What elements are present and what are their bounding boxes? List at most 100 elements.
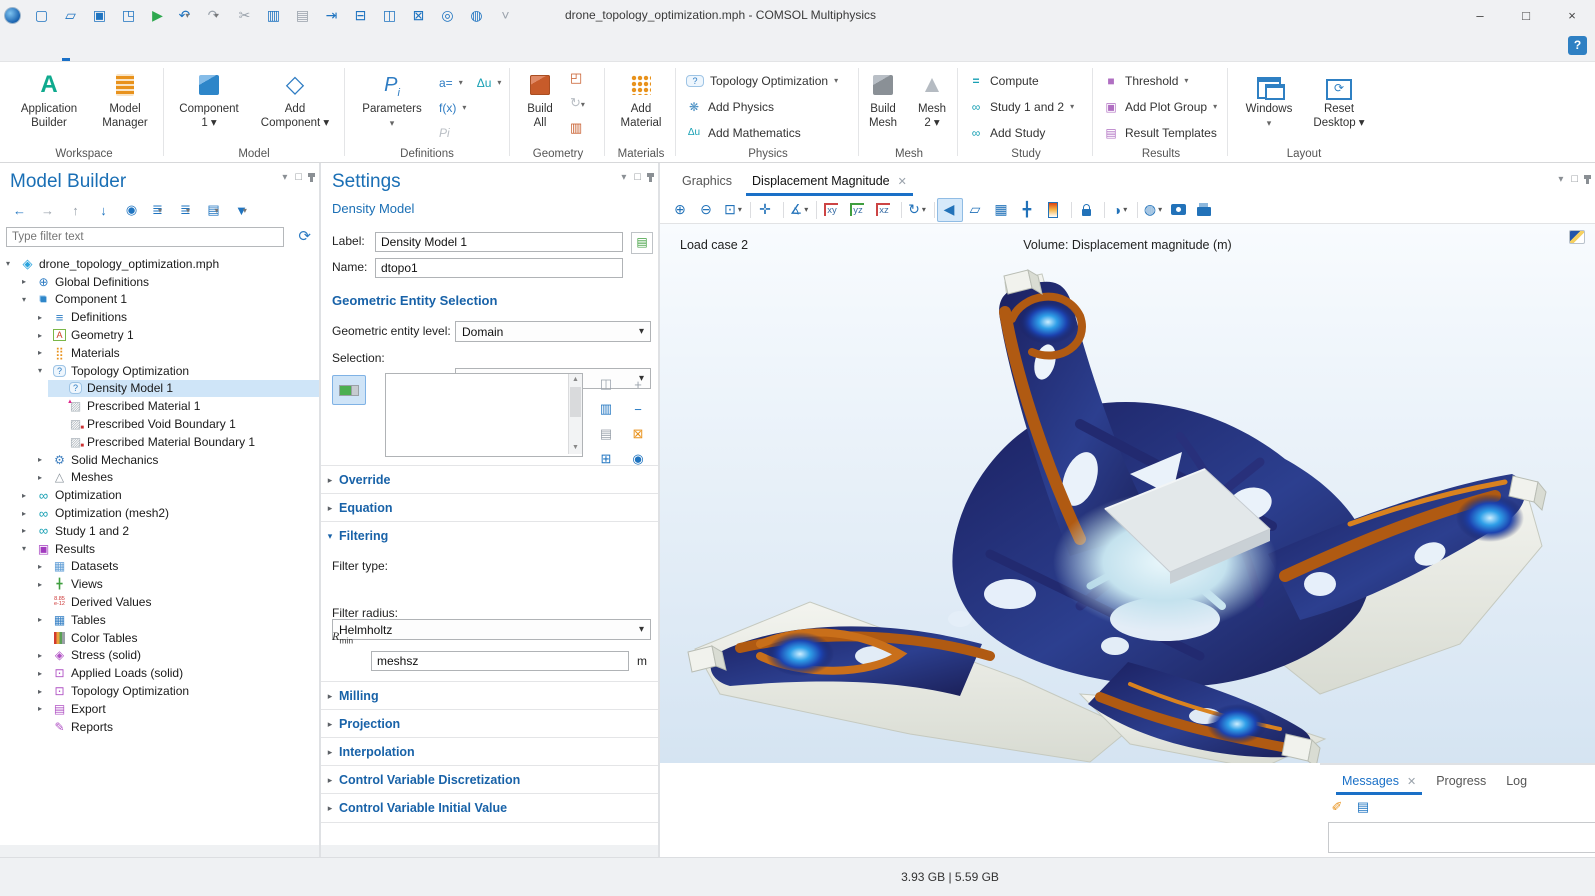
view-yz-icon[interactable]: yz [845,197,871,223]
tree-chevron-icon[interactable]: ▸ [22,509,35,518]
tree-chevron-icon[interactable]: ▸ [38,580,51,589]
refresh-icon[interactable]: ⟳ [298,227,311,245]
entity-level-dropdown[interactable]: Domain [455,321,651,342]
reset-desktop-button[interactable]: ⟳ ResetDesktop ▾ [1302,68,1376,130]
ribbon-tab[interactable] [192,30,220,61]
update-icon[interactable]: ◍▾ [1140,198,1166,222]
compute-button[interactable]: =Compute [968,68,1039,93]
section-milling[interactable]: ▸Milling [321,681,658,710]
tree-item[interactable]: Prescribed Material 1 [0,397,319,415]
add-to-selection-icon[interactable]: + [629,375,647,393]
tab-log[interactable]: Log [1496,774,1537,795]
build-all-button[interactable]: BuildAll [512,68,568,130]
selection-list[interactable]: ▲ ▼ [385,373,583,457]
tree-item[interactable]: Reports [0,718,319,736]
scene-icon[interactable]: ▱ [963,198,989,222]
tree-item[interactable]: ▸ Study 1 and 2 [0,522,319,540]
clear-selection-box-icon[interactable]: ⊠ [405,4,427,26]
threshold-button[interactable]: ■Threshold▾ [1103,68,1188,93]
component-button[interactable]: Component1 ▾ [172,68,246,130]
tree-item[interactable]: Prescribed Void Boundary 1 [0,415,319,433]
application-builder-button[interactable]: A ApplicationBuilder [12,68,86,130]
selection-list-item[interactable] [386,393,582,412]
collapse-icon[interactable]: ≣▾ [176,201,194,219]
ribbon-tab[interactable] [164,30,192,61]
forward-icon[interactable]: → [36,201,54,219]
help-button[interactable]: ? [1568,36,1587,55]
filter-radius-input[interactable] [371,651,629,671]
variables-button[interactable]: a=▾Δu▾ [439,70,501,95]
grid-icon[interactable]: ▦ [989,198,1015,222]
add-physics-button[interactable]: ❋Add Physics [686,94,774,119]
tree-item[interactable]: ▸ Global Definitions [0,273,319,291]
label-input[interactable] [375,232,623,252]
ribbon-tab[interactable] [136,30,164,61]
rename-icon[interactable]: ▤ [631,232,653,254]
panel-menu-icon[interactable]: ▾ [1558,174,1563,185]
delete-icon[interactable]: ⊟ [347,4,369,26]
selection-list-item[interactable] [386,412,582,431]
tree-chevron-icon[interactable]: ▸ [22,277,35,286]
tree-filter-input[interactable] [6,227,284,247]
tree-chevron-icon[interactable]: ▸ [38,562,51,571]
clear-selection-icon[interactable]: ⊠ [629,425,647,443]
import-geometry-icon[interactable]: ◰ [570,70,582,86]
tree-item[interactable]: ▸ Tables [0,611,319,629]
panel-menu-icon[interactable]: ▾ [282,172,287,183]
panel-pin-icon[interactable] [649,173,652,182]
update-geometry-icon[interactable]: ↻▾ [570,95,585,111]
panel-pin-icon[interactable] [310,173,313,182]
mesh-2-button[interactable]: ▲ Mesh2 ▾ [907,68,957,130]
tree-chevron-icon[interactable]: ▸ [38,313,51,322]
ribbon-tab[interactable] [52,30,80,61]
virtual-operations-icon[interactable]: ▥ [570,120,582,136]
plot-area[interactable]: Load case 2 Volume: Displacement magnitu… [660,224,1595,763]
lock-icon[interactable] [1074,198,1100,222]
ribbon-tab[interactable] [108,30,136,61]
selection-scrollbar[interactable]: ▲ ▼ [568,374,582,454]
move-up-icon[interactable]: ↑ [64,201,82,219]
windows-button[interactable]: Windows▾ [1232,68,1306,130]
tree-item[interactable]: ▸ Definitions [0,308,319,326]
tree-item[interactable]: ▸ Materials [0,344,319,362]
back-icon[interactable]: ← [8,201,26,219]
tree-item[interactable]: Density Model 1 [0,380,319,398]
maximize-button[interactable]: □ [1503,0,1549,30]
messages-output[interactable] [1328,822,1595,853]
color-legend-icon[interactable] [1041,198,1067,222]
ribbon-tab[interactable] [24,30,52,61]
tree-item[interactable]: ▾ Component 1 [0,291,319,309]
tree-chevron-icon[interactable]: ▸ [22,491,35,500]
move-down-icon[interactable]: ↓ [92,201,110,219]
study-1-and-2-button[interactable]: ∞Study 1 and 2▾ [968,94,1074,119]
tree-item[interactable]: ▸ Views [0,575,319,593]
tree-chevron-icon[interactable]: ▸ [38,473,51,482]
ribbon-tab[interactable] [80,30,108,61]
close-button[interactable]: × [1549,0,1595,30]
new-file-icon[interactable]: ▢ [28,4,50,26]
tree-chevron-icon[interactable]: ▸ [38,455,51,464]
columns-icon[interactable]: ▤▾ [204,201,222,219]
add-component-button[interactable]: ◇ AddComponent ▾ [258,68,332,130]
plot-settings-icon[interactable] [1569,230,1585,244]
appearance-icon[interactable]: ◑▾ [1107,198,1133,222]
go-to-view-icon[interactable]: ∡▾ [786,198,812,222]
tree-item[interactable]: ▾ drone_topology_optimization.mph [0,255,319,273]
tree-item[interactable]: ▸ Solid Mechanics [0,451,319,469]
section-control-variable-initial-value[interactable]: ▸Control Variable Initial Value [321,793,658,823]
tree-item[interactable]: ▸ Stress (solid) [0,647,319,665]
tree-chevron-icon[interactable]: ▾ [22,544,35,553]
tree-item[interactable]: ▸ Datasets [0,558,319,576]
tree-chevron-icon[interactable]: ▸ [38,615,51,624]
view-xy-icon[interactable]: xy [819,197,845,223]
find-icon[interactable]: ◎ [434,4,456,26]
add-study-button[interactable]: ∞Add Study [968,120,1045,145]
result-templates-button[interactable]: ▤Result Templates [1103,120,1217,145]
tab-displacement-magnitude[interactable]: Displacement Magnitude✕ [742,174,917,196]
tab-graphics[interactable]: Graphics [672,174,742,196]
print-icon[interactable] [1192,198,1218,222]
ribbon-tab[interactable] [248,30,276,61]
projection-icon[interactable]: ◀ [937,198,963,222]
zoom-in-icon[interactable]: ⊕ [668,198,694,222]
tree-chevron-icon[interactable]: ▾ [38,366,51,375]
